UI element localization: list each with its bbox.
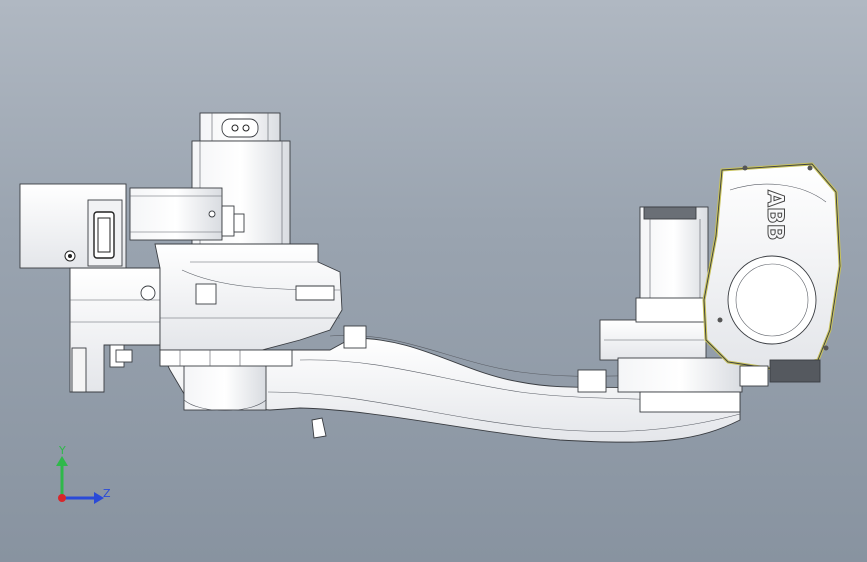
abb-logo: ABB bbox=[762, 190, 788, 242]
svg-text:ABB: ABB bbox=[762, 190, 787, 241]
robot-arm-drawing[interactable]: ABB Y Z bbox=[0, 0, 867, 562]
x-axis-dot bbox=[58, 494, 66, 502]
y-axis-arrowhead bbox=[56, 456, 68, 466]
z-axis-label: Z bbox=[103, 487, 111, 500]
left-connector-box bbox=[19, 183, 127, 269]
shoulder-housing bbox=[154, 243, 343, 351]
axis-triad: Y Z bbox=[56, 444, 111, 504]
base-block bbox=[69, 267, 161, 393]
y-axis-label: Y bbox=[58, 444, 66, 457]
right-motor bbox=[635, 206, 713, 323]
cad-viewport[interactable]: ABB Y Z bbox=[0, 0, 867, 562]
